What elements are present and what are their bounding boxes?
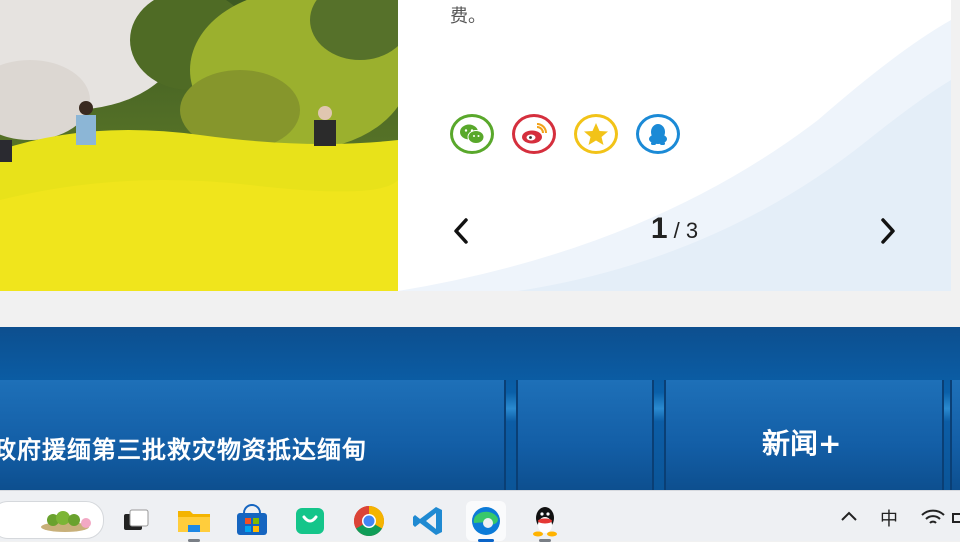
taskbar-microsoft-store[interactable]: [232, 501, 272, 541]
chrome-icon: [353, 506, 385, 537]
headline-panel: 政府援缅第三批救灾物资抵达缅甸: [0, 380, 506, 490]
taskbar-file-explorer[interactable]: [174, 501, 214, 542]
ime-indicator[interactable]: 中: [880, 505, 898, 531]
share-qq-button[interactable]: [636, 114, 680, 154]
wechat-icon: [460, 124, 485, 144]
banner-headline[interactable]: 政府援缅第三批救灾物资抵达缅甸: [0, 430, 367, 465]
share-weibo-button[interactable]: [512, 114, 556, 154]
chevron-right-icon: [881, 218, 895, 244]
article-snippet: 费。: [450, 6, 486, 27]
edge-icon: [472, 507, 500, 535]
taskbar-chrome[interactable]: [349, 501, 389, 541]
article-card: 费。 1 / 3: [398, 0, 951, 291]
vscode-icon: [413, 507, 442, 535]
current-page: 1: [650, 212, 668, 245]
windows-taskbar: 中: [0, 490, 960, 542]
folder-icon: [178, 511, 210, 532]
task-view-icon: [124, 509, 149, 530]
article-photo: [0, 0, 398, 291]
store-icon: [237, 504, 267, 535]
total-pages: / 3: [667, 218, 699, 243]
taskbar-edge[interactable]: [466, 501, 506, 542]
volume-icon[interactable]: [952, 513, 960, 523]
news-banner: 政府援缅第三批救灾物资抵达缅甸 新闻+: [0, 327, 960, 490]
taskbar-search-box[interactable]: [0, 501, 104, 539]
weibo-icon: [522, 123, 547, 144]
chevron-up-icon: [841, 511, 857, 521]
taskbar-vscode[interactable]: [408, 501, 448, 541]
share-qzone-button[interactable]: [574, 114, 618, 154]
network-button[interactable]: [920, 507, 946, 532]
next-image-button[interactable]: [869, 210, 905, 252]
page-gutter: [951, 0, 960, 291]
qzone-star-icon: [584, 123, 608, 145]
taskbar-shopping-app[interactable]: [290, 501, 330, 541]
banner-divider-panel: [516, 380, 654, 490]
share-bar: [450, 114, 680, 154]
taskbar-task-view[interactable]: [114, 501, 154, 541]
wifi-icon: [921, 509, 945, 524]
news-plus-link[interactable]: 新闻+: [762, 422, 841, 462]
search-highlight-icon: [41, 511, 91, 532]
shopping-bag-icon: [296, 508, 324, 534]
qq-icon: [533, 507, 557, 537]
qq-penguin-icon: [649, 124, 667, 145]
banner-edge-panel: [950, 380, 960, 490]
share-wechat-button[interactable]: [450, 114, 494, 154]
page-counter: 1 / 3: [438, 212, 911, 246]
tray-overflow-button[interactable]: [838, 507, 860, 530]
taskbar-qq[interactable]: [525, 501, 565, 542]
image-pager: 1 / 3: [438, 210, 911, 252]
